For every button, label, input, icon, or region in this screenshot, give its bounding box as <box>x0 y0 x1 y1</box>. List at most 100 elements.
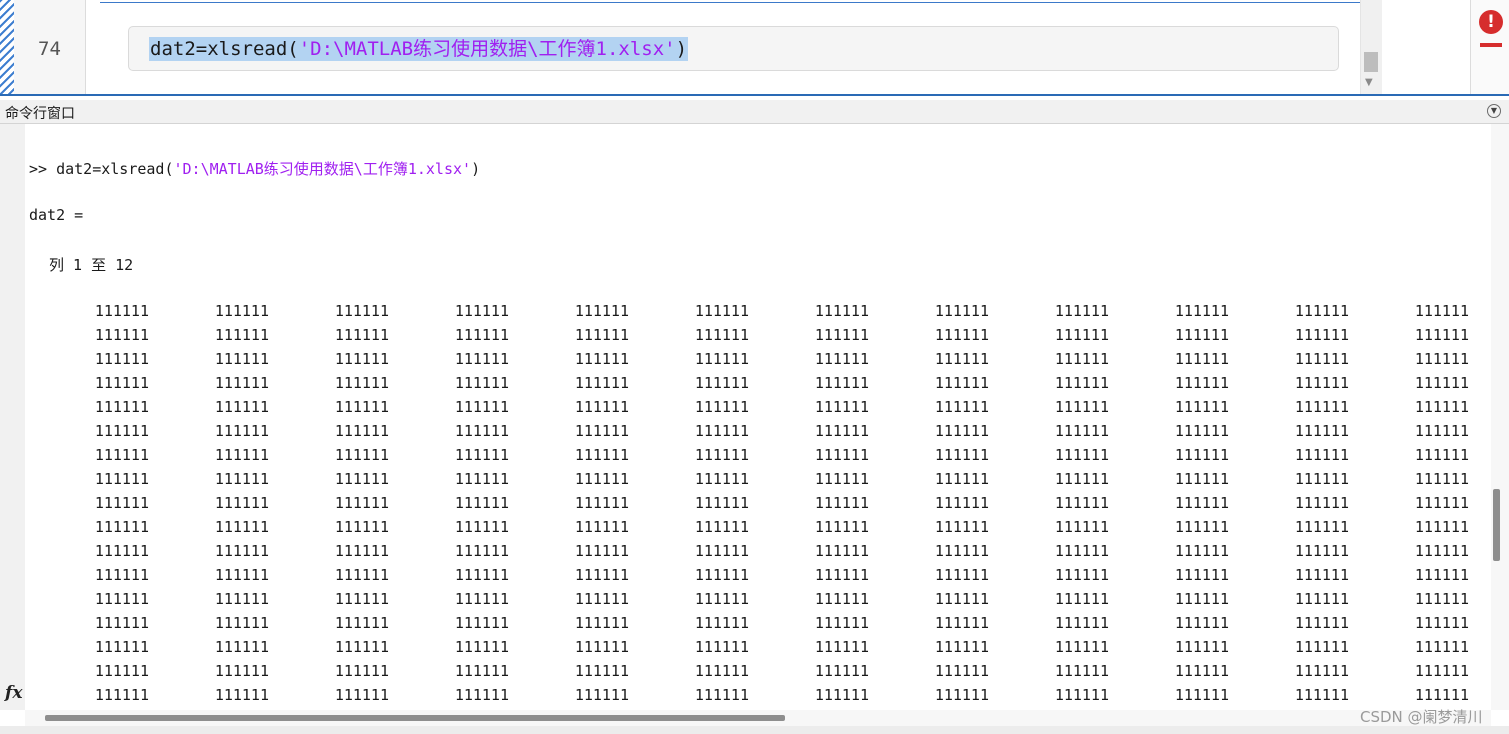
matrix-cell: 111111 <box>454 590 509 608</box>
matrix-row: 111111 111111 111111 111111 111111 111111 1111… <box>25 326 1491 350</box>
matrix-cell: 111111 <box>694 326 749 344</box>
pane-divider[interactable] <box>0 94 1509 96</box>
matrix-cell: 111111 <box>94 494 149 512</box>
matrix-cell: 111111 <box>814 638 869 656</box>
matrix-cell: 111111 <box>334 446 389 464</box>
matrix-cell: 111111 <box>934 398 989 416</box>
matrix-cell: 111111 <box>214 374 269 392</box>
matrix-cell: 111111 <box>574 638 629 656</box>
matrix-row: 111111 111111 111111 111111 111111 111111 1111… <box>25 686 1491 710</box>
matrix-cell: 111111 <box>454 374 509 392</box>
matrix-cell: 111111 <box>934 566 989 584</box>
matrix-cell: 111111 <box>934 422 989 440</box>
code-line[interactable]: dat2=xlsread('D:\MATLAB练习使用数据\工作簿1.xlsx'… <box>128 26 1339 71</box>
chevron-down-icon[interactable]: ▼ <box>1487 104 1501 118</box>
matrix-cell: 111111 <box>934 494 989 512</box>
matrix-cell: 111111 <box>1174 302 1229 320</box>
fx-icon[interactable]: fx <box>5 683 22 703</box>
matrix-cell: 111111 <box>1054 398 1109 416</box>
matrix-row: 111111 111111 111111 111111 111111 111111 1111… <box>25 638 1491 662</box>
variable-output-line: dat2 = <box>29 206 84 224</box>
matrix-cell: 111111 <box>454 662 509 680</box>
matrix-cell: 111111 <box>1174 470 1229 488</box>
matrix-cell: 111111 <box>214 398 269 416</box>
matrix-cell: 111111 <box>1054 686 1109 704</box>
matrix-cell: 111111 <box>214 494 269 512</box>
matrix-cell: 111111 <box>1054 326 1109 344</box>
matrix-cell: 111111 <box>574 518 629 536</box>
matrix-cell: 111111 <box>214 518 269 536</box>
matrix-cell: 111111 <box>1294 302 1349 320</box>
matrix-cell: 111111 <box>1174 686 1229 704</box>
command-window-output[interactable]: >> dat2=xlsread('D:\MATLAB练习使用数据\工作簿1.xl… <box>25 124 1491 710</box>
editor-scrollbar-thumb[interactable] <box>1364 52 1378 72</box>
matrix-cell: 111111 <box>1294 542 1349 560</box>
selected-code-text[interactable]: dat2=xlsread('D:\MATLAB练习使用数据\工作簿1.xlsx'… <box>149 37 689 61</box>
matrix-cell: 111111 <box>94 302 149 320</box>
editor-pane[interactable]: 74 dat2=xlsread('D:\MATLAB练习使用数据\工作簿1.xl… <box>0 0 1509 95</box>
matrix-cell: 111111 <box>934 350 989 368</box>
matrix-cell: 111111 <box>1414 542 1469 560</box>
matrix-cell: 111111 <box>214 422 269 440</box>
matrix-cell: 111111 <box>1414 350 1469 368</box>
matrix-cell: 111111 <box>214 470 269 488</box>
matrix-cell: 111111 <box>1294 398 1349 416</box>
matrix-cell: 111111 <box>1414 590 1469 608</box>
matrix-cell: 111111 <box>814 662 869 680</box>
matrix-cell: 111111 <box>1294 374 1349 392</box>
matrix-cell: 111111 <box>574 326 629 344</box>
matrix-cell: 111111 <box>694 590 749 608</box>
command-window-horizontal-scrollbar[interactable] <box>25 710 1491 726</box>
horizontal-scrollbar-thumb[interactable] <box>45 715 785 721</box>
matrix-cell: 111111 <box>214 566 269 584</box>
matrix-cell: 111111 <box>814 374 869 392</box>
matrix-cell: 111111 <box>814 542 869 560</box>
matrix-cell: 111111 <box>1414 326 1469 344</box>
matrix-cell: 111111 <box>94 350 149 368</box>
matrix-cell: 111111 <box>94 374 149 392</box>
matrix-cell: 111111 <box>934 590 989 608</box>
matrix-row: 111111 111111 111111 111111 111111 111111 1111… <box>25 350 1491 374</box>
matrix-cell: 111111 <box>334 374 389 392</box>
matrix-cell: 111111 <box>334 470 389 488</box>
matrix-cell: 111111 <box>1054 518 1109 536</box>
matrix-cell: 111111 <box>694 518 749 536</box>
matrix-cell: 111111 <box>1174 662 1229 680</box>
matrix-cell: 111111 <box>814 398 869 416</box>
matrix-cell: 111111 <box>1174 350 1229 368</box>
matrix-row: 111111 111111 111111 111111 111111 111111 1111… <box>25 494 1491 518</box>
error-marker[interactable] <box>1480 43 1502 47</box>
matrix-cell: 111111 <box>814 326 869 344</box>
matrix-cell: 111111 <box>334 518 389 536</box>
matrix-cell: 111111 <box>1414 518 1469 536</box>
matrix-cell: 111111 <box>334 542 389 560</box>
error-icon[interactable]: ! <box>1479 10 1503 34</box>
matrix-cell: 111111 <box>694 398 749 416</box>
command-string-literal: 'D:\MATLAB练习使用数据\工作簿1.xlsx' <box>173 160 472 178</box>
matrix-cell: 111111 <box>214 446 269 464</box>
matrix-cell: 111111 <box>1054 638 1109 656</box>
matrix-cell: 111111 <box>1414 638 1469 656</box>
scroll-down-arrow-icon[interactable]: ▼ <box>1365 78 1373 88</box>
matrix-cell: 111111 <box>454 326 509 344</box>
editor-vertical-scrollbar[interactable]: ▼ <box>1360 0 1382 95</box>
matrix-cell: 111111 <box>694 614 749 632</box>
matrix-cell: 111111 <box>574 494 629 512</box>
command-window-vertical-scrollbar[interactable] <box>1491 124 1509 710</box>
matrix-cell: 111111 <box>214 686 269 704</box>
matrix-cell: 111111 <box>814 614 869 632</box>
matrix-cell: 111111 <box>454 302 509 320</box>
matrix-cell: 111111 <box>574 350 629 368</box>
matrix-cell: 111111 <box>1294 350 1349 368</box>
matrix-cell: 111111 <box>334 566 389 584</box>
command-prefix: dat2=xlsread( <box>56 160 174 178</box>
change-indicator-bar <box>0 0 14 95</box>
matrix-cell: 111111 <box>814 422 869 440</box>
matrix-cell: 111111 <box>1054 566 1109 584</box>
matrix-cell: 111111 <box>934 470 989 488</box>
matrix-cell: 111111 <box>1294 494 1349 512</box>
matrix-cell: 111111 <box>1174 326 1229 344</box>
matrix-cell: 111111 <box>574 686 629 704</box>
matrix-cell: 111111 <box>94 446 149 464</box>
vertical-scrollbar-thumb[interactable] <box>1493 489 1500 561</box>
